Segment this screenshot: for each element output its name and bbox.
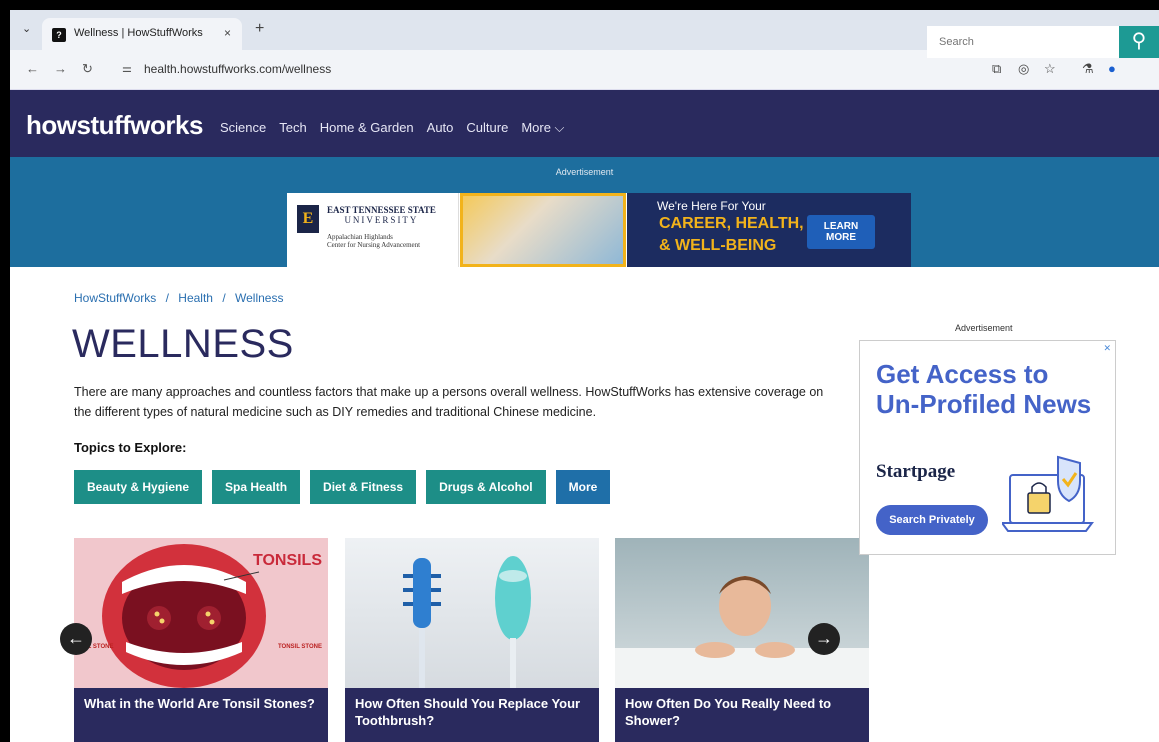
ad-label: Advertisement xyxy=(555,167,614,177)
etsu-sub-line1: Appalachian Highlands xyxy=(327,233,393,241)
article-card[interactable]: TONSILS SIL STONE TONSIL STONE What in t… xyxy=(74,538,328,742)
breadcrumb-separator: / xyxy=(222,291,226,305)
cta-line1: LEARN xyxy=(823,221,859,232)
profile-icon[interactable]: ● xyxy=(1108,61,1116,76)
breadcrumb-wellness[interactable]: Wellness xyxy=(235,291,283,305)
bookmark-star-icon[interactable]: ☆ xyxy=(1044,61,1056,77)
search-button[interactable]: ⚲ xyxy=(1119,26,1159,58)
arrow-right-icon: → xyxy=(815,628,833,648)
ad-copy: We're Here For Your CAREER, HEALTH, & WE… xyxy=(627,193,911,267)
side-ad[interactable]: ✕ Get Access to Un-Profiled News Startpa… xyxy=(859,340,1116,555)
browser-window: ⌄ ? Wellness | HowStuffWorks × + ← → ↻ ⚌… xyxy=(10,10,1159,742)
url-text[interactable]: health.howstuffworks.com/wellness xyxy=(144,62,331,76)
etsu-name-line1: EAST TENNESSEE STATE xyxy=(327,205,436,215)
laptop-shield-icon xyxy=(1002,455,1094,532)
arrow-left-icon: ← xyxy=(67,628,85,648)
tonsils-label: TONSILS xyxy=(252,552,322,569)
etsu-subtitle: Appalachian Highlands Center for Nursing… xyxy=(327,233,420,249)
main-nav: Science Tech Home & Garden Auto Culture … xyxy=(220,120,564,136)
nav-tech[interactable]: Tech xyxy=(279,120,306,136)
ad-line2: CAREER, HEALTH, xyxy=(659,215,804,232)
tab-search-icon[interactable]: ⌄ xyxy=(22,22,31,35)
topic-diet-fitness[interactable]: Diet & Fitness xyxy=(310,470,417,504)
carousel-prev-button[interactable]: ← xyxy=(60,623,92,655)
search-icon: ⚲ xyxy=(1131,30,1147,52)
etsu-sub-line2: Center for Nursing Advancement xyxy=(327,241,421,249)
side-ad-headline: Get Access to Un-Profiled News xyxy=(876,359,1092,419)
site-logo[interactable]: howstuffworks xyxy=(26,110,203,141)
learn-more-button[interactable]: LEARN MORE xyxy=(807,215,875,249)
article-card[interactable]: How Often Should You Replace Your Toothb… xyxy=(345,538,599,742)
nav-culture[interactable]: Culture xyxy=(466,120,508,136)
page-title: WELLNESS xyxy=(72,322,294,366)
site-header: howstuffworks Science Tech Home & Garden… xyxy=(10,90,1159,157)
top-ad-banner[interactable]: E EAST TENNESSEE STATE UNIVERSITY Appala… xyxy=(287,193,911,267)
new-tab-icon[interactable]: + xyxy=(255,20,264,38)
ad-choices-icon[interactable]: ✕ xyxy=(1103,343,1111,354)
ad-line1: We're Here For Your xyxy=(657,199,766,213)
nav-more[interactable]: More ⌵ xyxy=(521,120,564,136)
side-ad-label: Advertisement xyxy=(955,323,1013,333)
cast-icon[interactable]: ⧉ xyxy=(992,61,1001,77)
tab-title: Wellness | HowStuffWorks xyxy=(74,27,203,39)
etsu-crest-icon: E xyxy=(297,205,319,233)
site-info-icon[interactable]: ⚌ xyxy=(122,62,132,75)
etsu-logo: E EAST TENNESSEE STATE UNIVERSITY Appala… xyxy=(287,193,459,267)
topic-more[interactable]: More xyxy=(555,470,611,504)
etsu-name: EAST TENNESSEE STATE UNIVERSITY xyxy=(327,205,436,225)
topic-spa-health[interactable]: Spa Health xyxy=(212,470,301,504)
breadcrumb-separator: / xyxy=(165,291,169,305)
address-bar[interactable]: ⚌ health.howstuffworks.com/wellness xyxy=(110,57,1010,83)
nav-science[interactable]: Science xyxy=(220,120,266,136)
back-icon[interactable]: ← xyxy=(26,61,39,76)
nav-home-garden[interactable]: Home & Garden xyxy=(320,120,414,136)
topic-drugs-alcohol[interactable]: Drugs & Alcohol xyxy=(426,470,546,504)
topics-list: Beauty & Hygiene Spa Health Diet & Fitne… xyxy=(74,470,611,504)
breadcrumb: HowStuffWorks / Health / Wellness xyxy=(74,291,283,305)
etsu-name-line2: UNIVERSITY xyxy=(344,215,419,225)
reload-icon[interactable]: ↻ xyxy=(82,61,93,77)
tab-close-icon[interactable]: × xyxy=(224,26,231,40)
startpage-logo: Startpage xyxy=(876,461,956,482)
search-privately-button[interactable]: Search Privately xyxy=(876,505,988,535)
stone-label-right: TONSIL STONE xyxy=(277,644,322,650)
card-title[interactable]: How Often Should You Replace Your Toothb… xyxy=(345,688,599,742)
carousel-next-button[interactable]: → xyxy=(808,623,840,655)
breadcrumb-health[interactable]: Health xyxy=(178,291,213,305)
tonsil-image: TONSILS SIL STONE TONSIL STONE xyxy=(74,538,328,688)
breadcrumb-home[interactable]: HowStuffWorks xyxy=(74,291,156,305)
forward-icon[interactable]: → xyxy=(54,61,67,76)
ad-photo xyxy=(460,193,626,267)
favicon-icon: ? xyxy=(52,28,66,42)
shower-image xyxy=(615,538,869,688)
search-box xyxy=(927,26,1119,58)
toothbrush-image xyxy=(345,538,599,688)
toothbrush-illustration xyxy=(403,556,531,688)
card-title[interactable]: What in the World Are Tonsil Stones? xyxy=(74,688,328,742)
cta-line2: MORE xyxy=(826,232,856,243)
search-input[interactable] xyxy=(927,26,1119,58)
eye-off-icon[interactable]: ◎ xyxy=(1018,61,1029,77)
labs-icon[interactable]: ⚗ xyxy=(1082,61,1094,77)
card-title[interactable]: How Often Do You Really Need to Shower? xyxy=(615,688,869,742)
browser-tab[interactable]: ? Wellness | HowStuffWorks × xyxy=(42,18,242,50)
nav-auto[interactable]: Auto xyxy=(427,120,454,136)
topics-label: Topics to Explore: xyxy=(74,440,187,455)
topic-beauty-hygiene[interactable]: Beauty & Hygiene xyxy=(74,470,203,504)
ad-line3: & WELL-BEING xyxy=(659,237,777,254)
top-ad-band: Advertisement E EAST TENNESSEE STATE UNI… xyxy=(10,157,1159,267)
intro-text: There are many approaches and countless … xyxy=(74,385,824,419)
child-bath-illustration xyxy=(615,576,869,688)
